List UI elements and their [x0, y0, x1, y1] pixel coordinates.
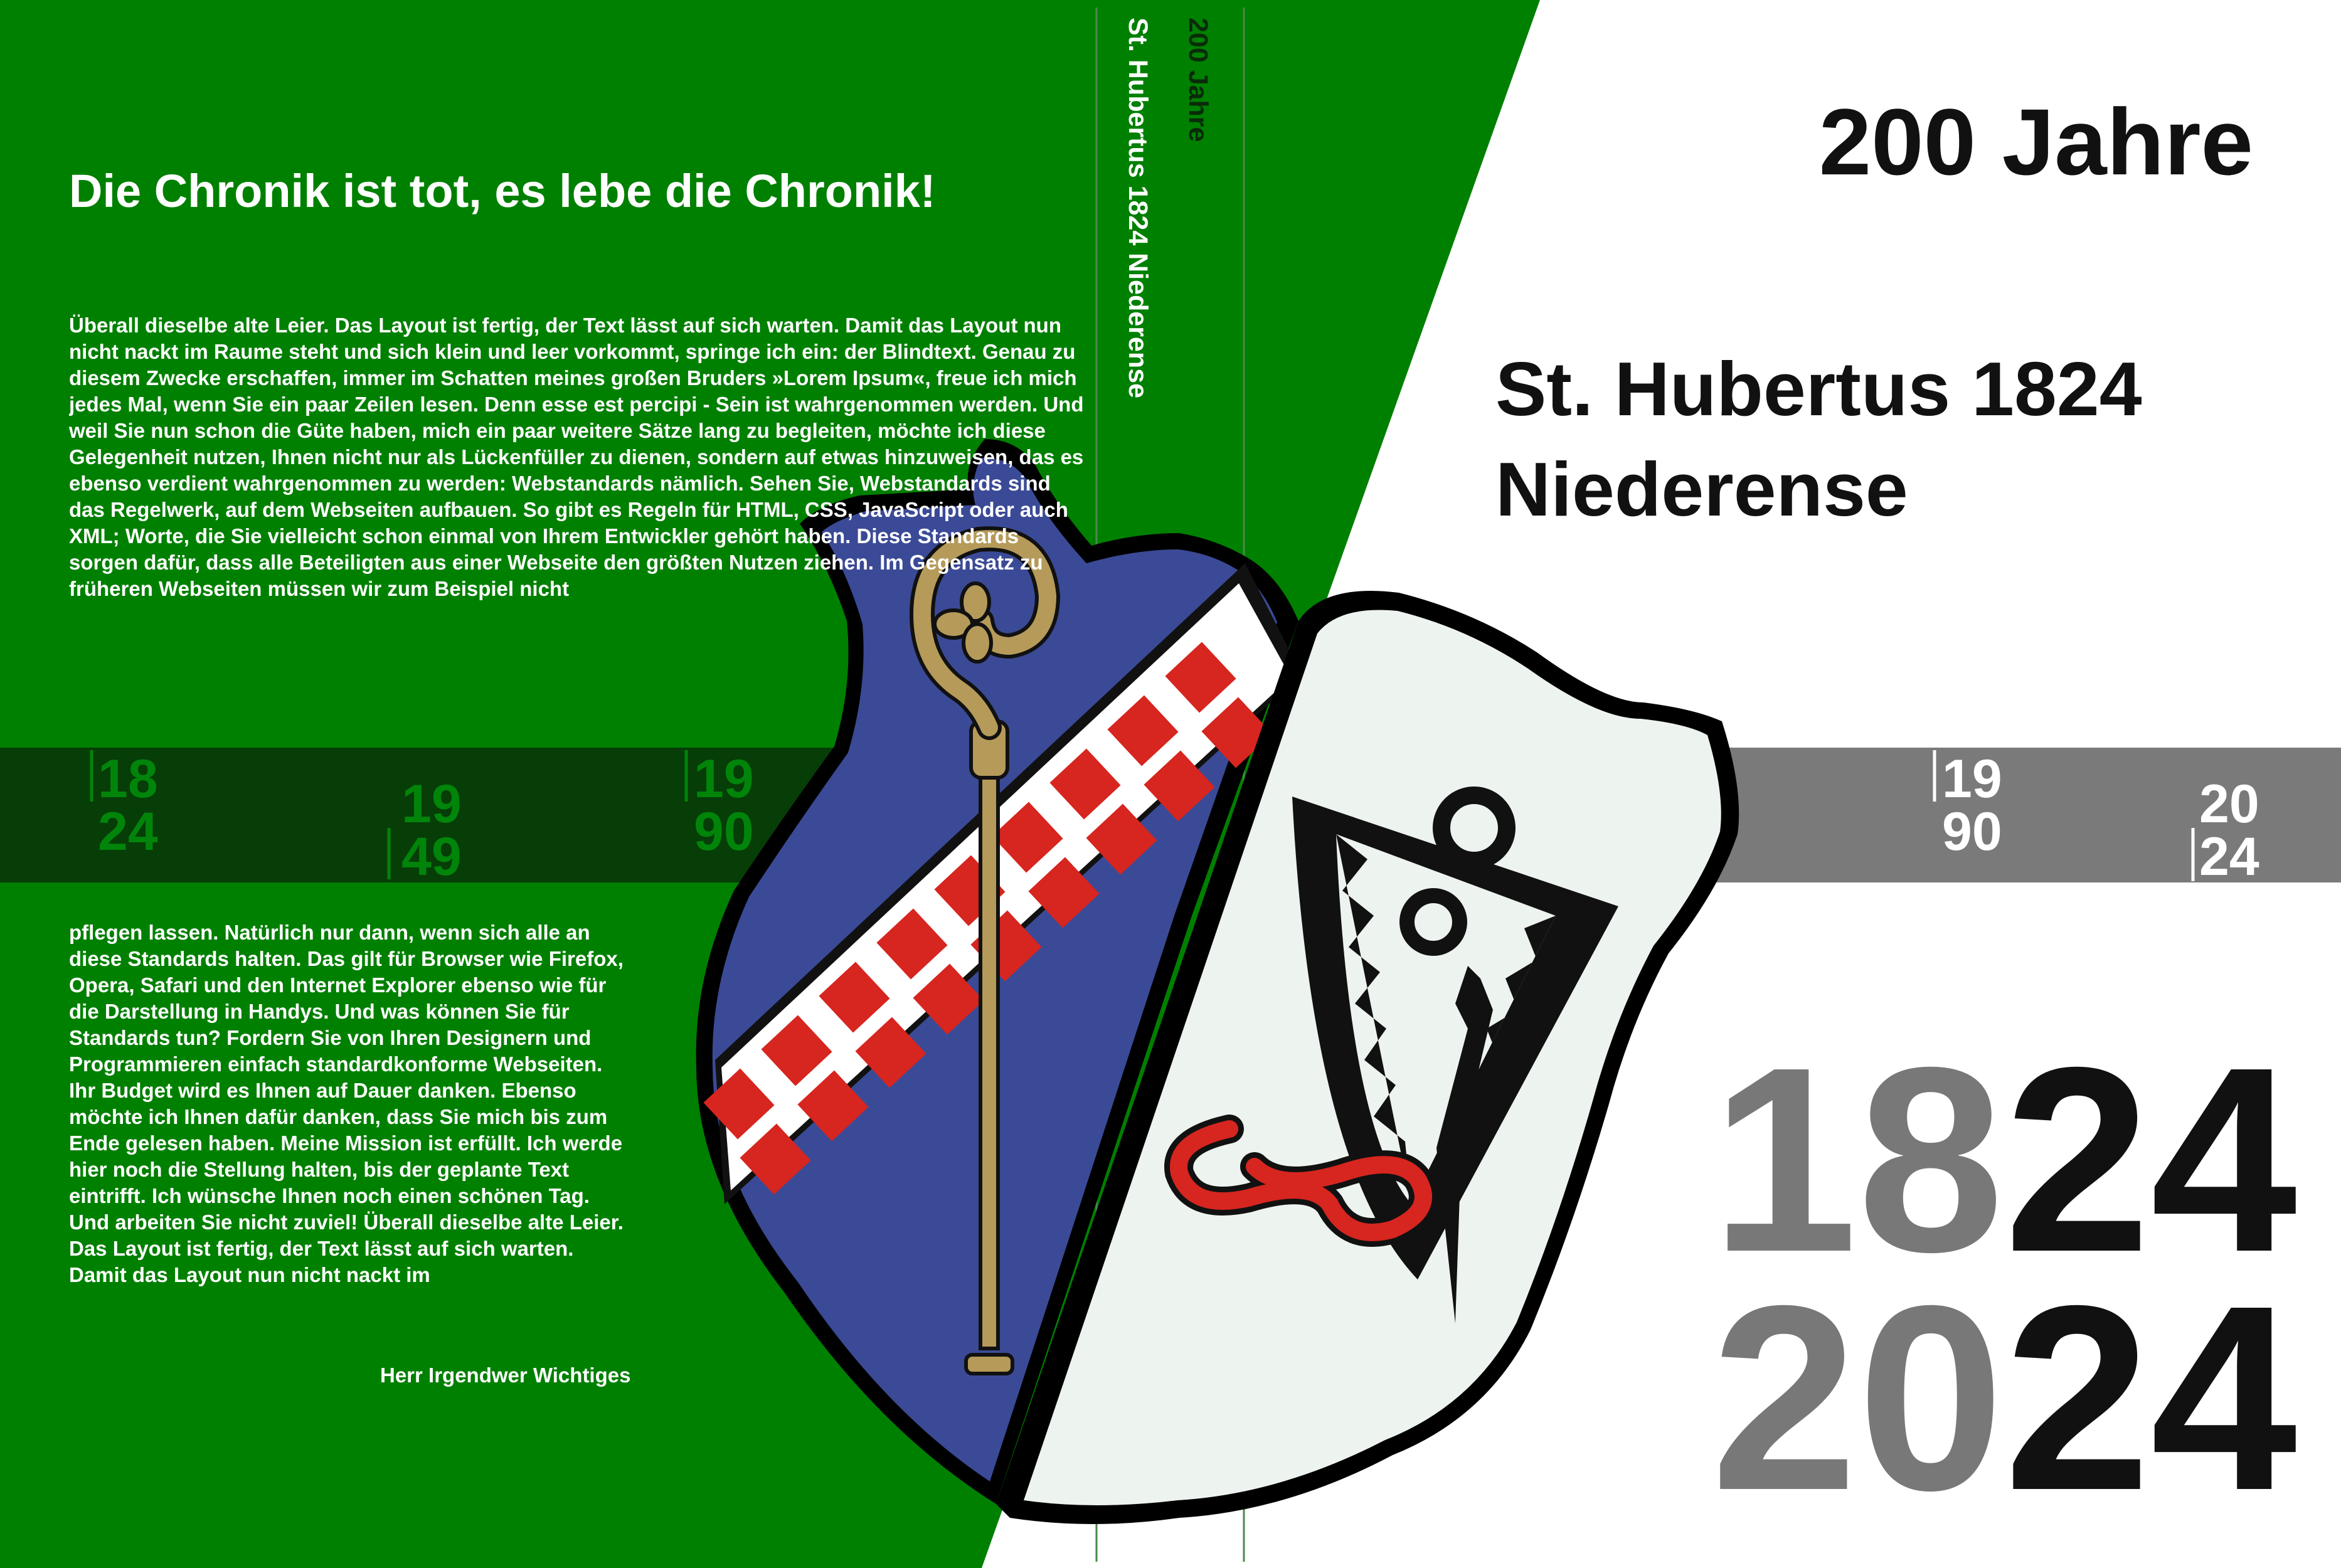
club-name-line: Niederense — [1495, 447, 1908, 532]
anniversary-years: 1824 2024 — [1711, 1013, 2297, 1545]
spine-title: 200 Jahre — [1183, 18, 1213, 142]
timeline-year: 19 90 — [694, 749, 754, 862]
timeline-year: 20 24 — [2199, 774, 2259, 887]
spine-subtitle: St. Hubertus 1824 Niederense — [1123, 18, 1153, 399]
timeline-year: 19 49 — [401, 774, 462, 887]
timeline-year: 18 24 — [98, 749, 158, 862]
club-name-line: St. Hubertus 1824 — [1495, 346, 2142, 432]
back-cover-signature: Herr Irgendwer Wichtiges — [380, 1364, 631, 1387]
year-end: 2024 — [1711, 1251, 2297, 1545]
timeline-year: 19 90 — [1942, 749, 2002, 862]
front-cover-club-name: St. Hubertus 1824 Niederense — [1495, 339, 2142, 539]
front-cover-title: 200 Jahre — [1818, 89, 2253, 194]
back-cover-title: Die Chronik ist tot, es lebe die Chronik… — [69, 165, 936, 217]
year-start: 1824 — [1711, 1013, 2297, 1307]
back-cover-paragraph: Überall dieselbe alte Leier. Das Layout … — [69, 314, 1084, 600]
back-cover-paragraph: pflegen lassen. Natürlich nur dann, wenn… — [69, 921, 624, 1286]
book-cover: Die Chronik ist tot, es lebe die Chronik… — [0, 0, 2341, 1568]
